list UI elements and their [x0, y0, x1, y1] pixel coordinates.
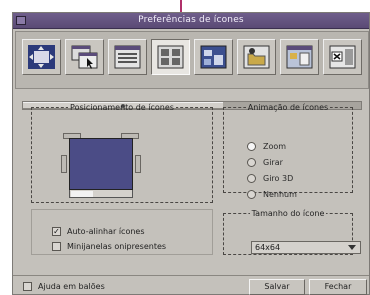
animation-option-giro-3d[interactable]: Giro 3D: [247, 172, 293, 184]
icon-positioning-legend: Posicionamento de ícones: [70, 103, 174, 112]
animation-option-zoom[interactable]: Zoom: [247, 140, 286, 152]
close-window-icon: [329, 45, 356, 69]
tool-desktop-position[interactable]: [22, 39, 61, 75]
animation-option-label: Giro 3D: [263, 173, 294, 183]
desktop-preview-screen: [69, 138, 133, 190]
title-bar[interactable]: Preferências de ícones: [13, 13, 369, 29]
dropdown-arrow-icon: [348, 245, 356, 250]
tool-desktop[interactable]: [194, 39, 233, 75]
desktop-screen-icon: [200, 45, 227, 69]
dialog-footer: Ajuda em balões Salvar Fechar: [13, 275, 369, 295]
move-arrows-icon: [28, 45, 55, 69]
list-window-icon: [114, 45, 141, 69]
auto-align-checkbox[interactable]: ✓: [52, 226, 61, 236]
icon-size-value: 64x64: [255, 243, 281, 252]
position-handle-right[interactable]: [135, 155, 141, 173]
position-handle-left[interactable]: [61, 155, 67, 173]
tool-close-window[interactable]: [323, 39, 362, 75]
auto-align-checkbox-row[interactable]: ✓ Auto-alinhar ícones: [52, 225, 145, 237]
icon-preferences-window: Preferências de ícones Posicionamento de…: [12, 12, 370, 295]
mini-windows-checkbox[interactable]: [52, 241, 61, 251]
animation-option-label: Girar: [263, 157, 283, 167]
folders-icon: [243, 45, 270, 69]
preferences-content: Posicionamento de ícones Animação de íco…: [15, 95, 369, 270]
icon-strip-marker: [71, 191, 93, 197]
radio-button[interactable]: [247, 173, 256, 183]
tool-icons[interactable]: [151, 39, 190, 75]
close-button[interactable]: Fechar: [309, 279, 367, 295]
windows-cursor-icon: [71, 45, 98, 69]
mini-windows-checkbox-row[interactable]: Minijanelas onipresentes: [52, 240, 166, 252]
animation-option-label: Nenhum: [263, 189, 297, 199]
radio-button[interactable]: [247, 141, 256, 151]
balloon-help-checkbox[interactable]: [23, 281, 32, 291]
preferences-toolbar: [15, 31, 369, 110]
animation-option-label: Zoom: [263, 141, 287, 151]
icon-size-select[interactable]: 64x64: [251, 241, 361, 254]
icon-position-preview[interactable]: [61, 133, 141, 199]
icon-animation-legend: Animação de ícones: [247, 103, 329, 112]
files-window-icon: [286, 45, 313, 69]
save-button[interactable]: Salvar: [249, 279, 305, 295]
balloon-help-label: Ajuda em balões: [38, 281, 105, 291]
auto-align-label: Auto-alinhar ícones: [67, 226, 145, 236]
mini-windows-label: Minijanelas onipresentes: [67, 241, 167, 251]
tool-list[interactable]: [108, 39, 147, 75]
animation-option-nenhum[interactable]: Nenhum: [247, 188, 297, 200]
icon-grid-icon: [157, 45, 184, 69]
window-title: Preferências de ícones: [138, 15, 244, 25]
tool-windows[interactable]: [65, 39, 104, 75]
icon-size-legend: Tamanho do ícone: [251, 209, 325, 218]
radio-button[interactable]: [247, 157, 256, 167]
balloon-help-checkbox-row[interactable]: Ajuda em balões: [23, 280, 105, 292]
tool-folders[interactable]: [237, 39, 276, 75]
tool-files[interactable]: [280, 39, 319, 75]
radio-button[interactable]: [247, 189, 256, 199]
animation-option-girar[interactable]: Girar: [247, 156, 283, 168]
